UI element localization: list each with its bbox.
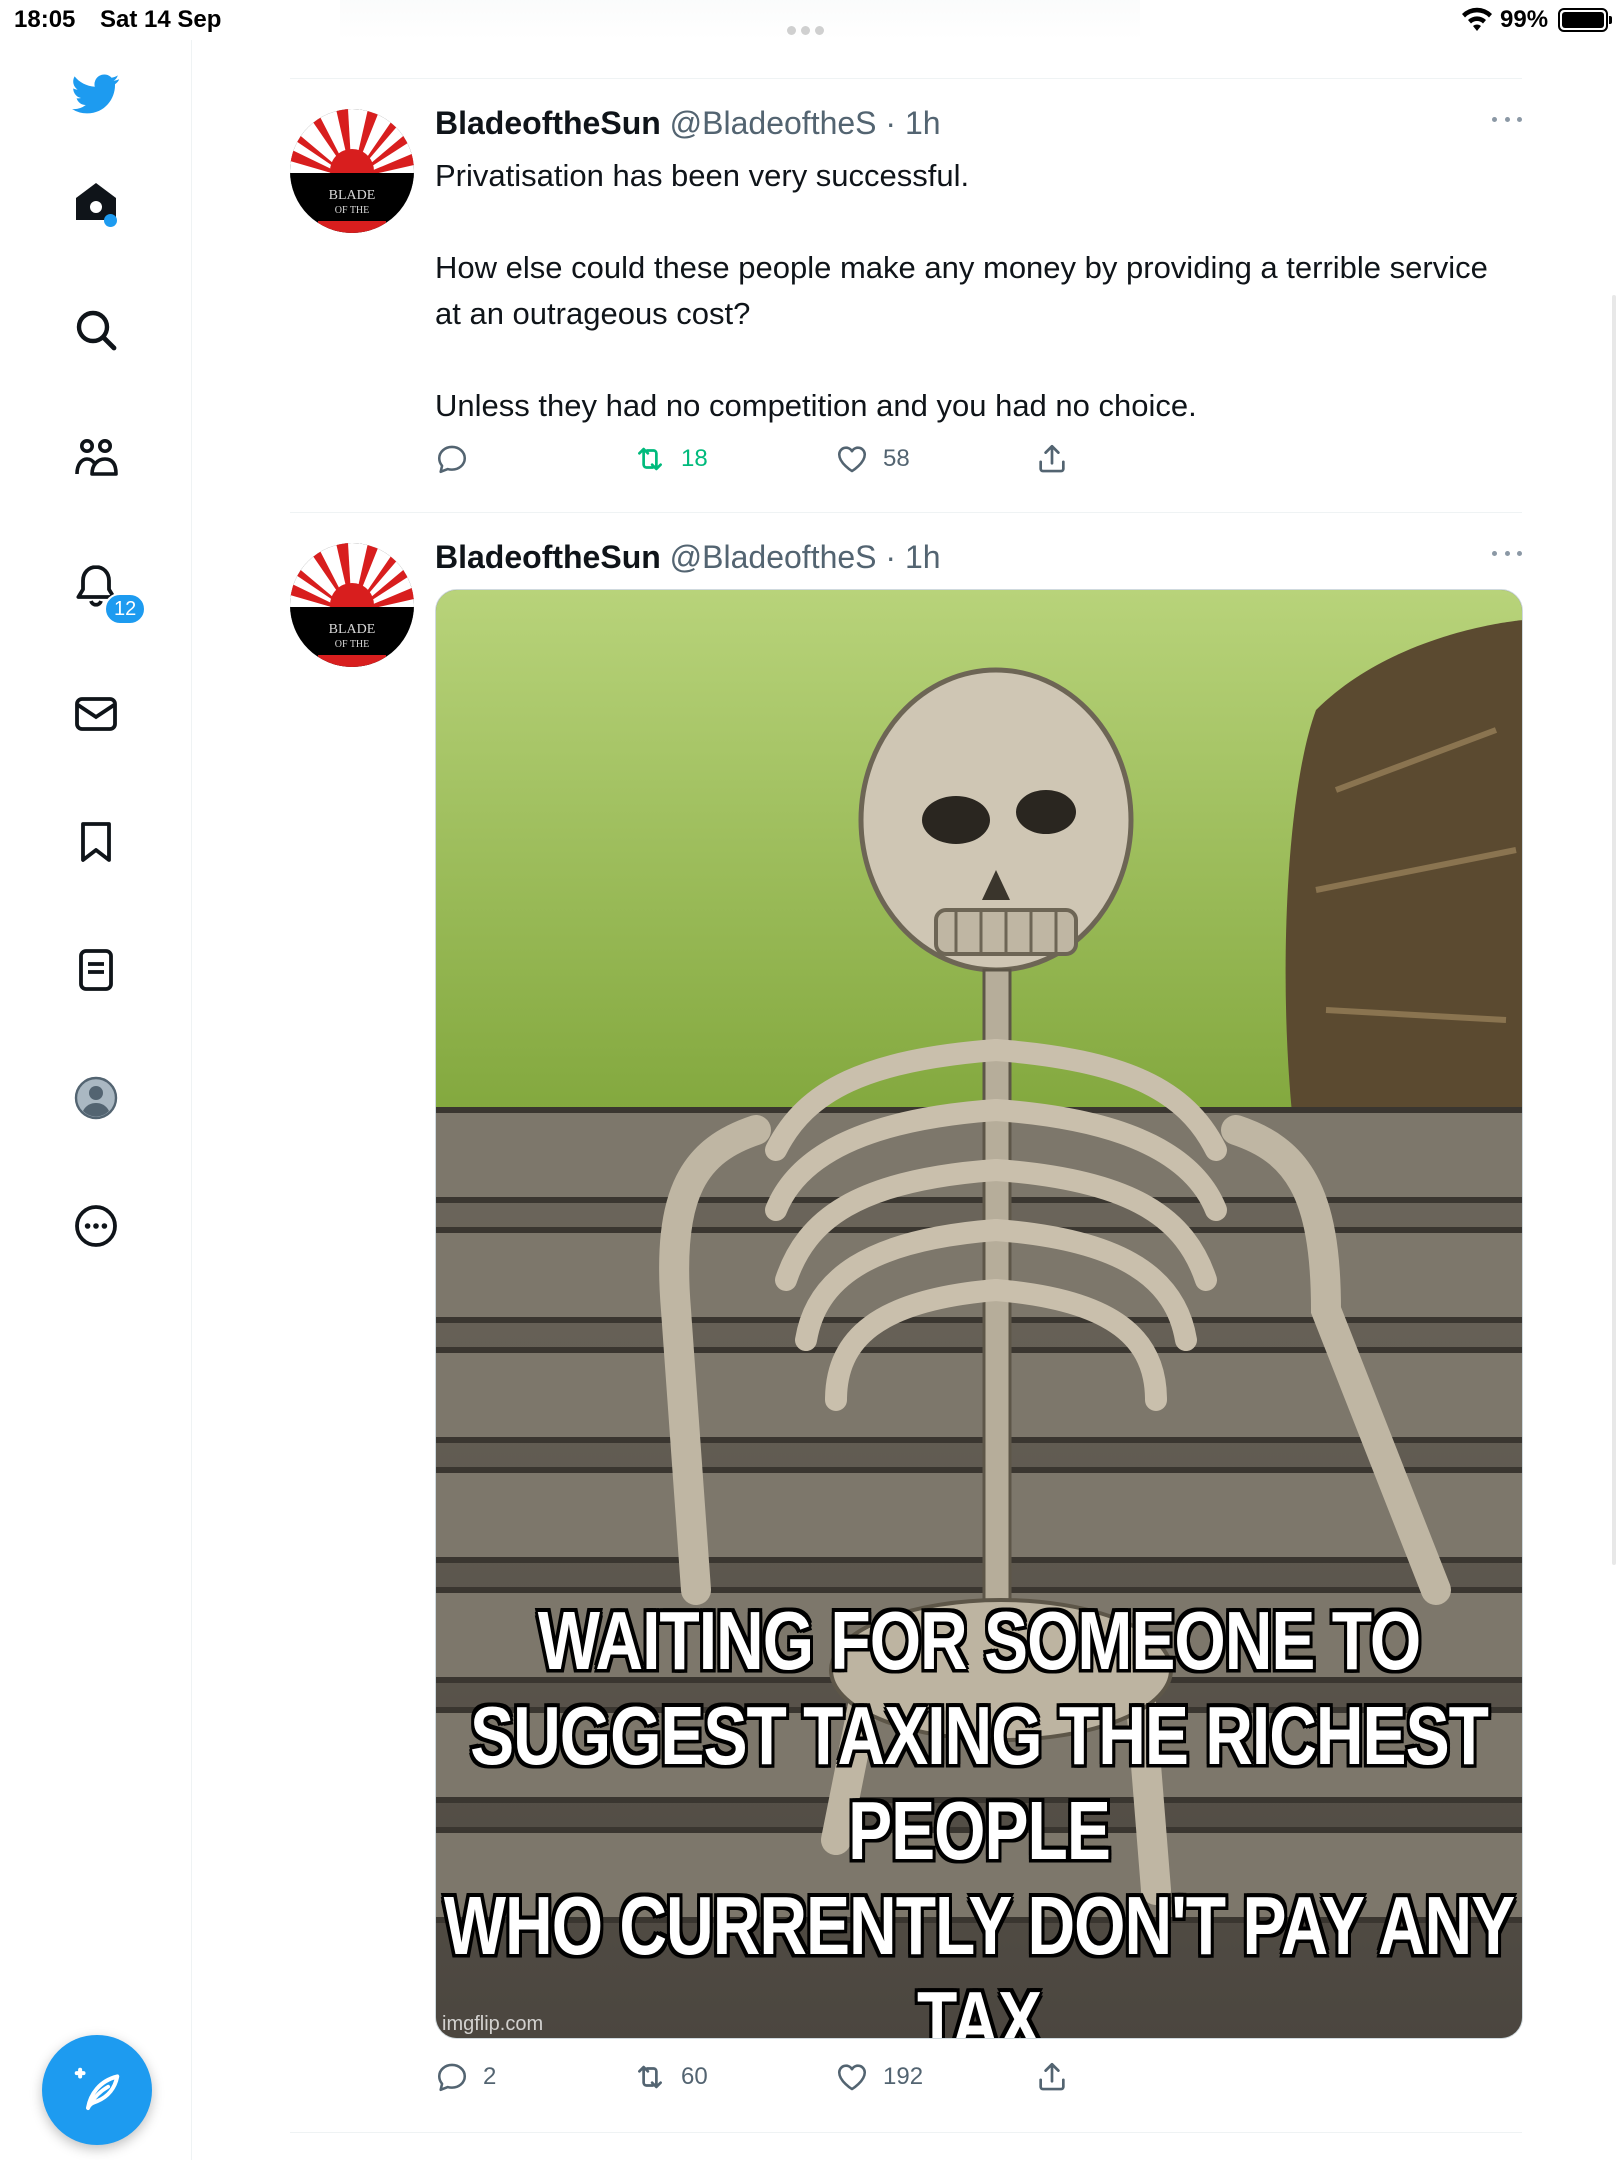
meme-caption-line: SUGGEST TAXING THE RICHEST PEOPLE: [470, 1688, 1489, 1877]
display-name[interactable]: BladeoftheSun: [435, 539, 661, 575]
sidebar-item-bookmarks[interactable]: [64, 810, 128, 874]
heart-icon: [837, 446, 867, 473]
bird-icon: [72, 74, 120, 114]
compose-feather-icon: [74, 2067, 120, 2111]
battery-icon: [1558, 8, 1612, 32]
heart-icon: [837, 2064, 867, 2091]
status-date: Sat 14 Sep: [100, 6, 222, 33]
sidebar-item-profile[interactable]: [64, 1066, 128, 1130]
tweet-media-image[interactable]: WAITING FOR SOMEONE TO SUGGEST TAXING TH…: [435, 589, 1523, 2039]
meme-caption: WAITING FOR SOMEONE TO SUGGEST TAXING TH…: [436, 1593, 1522, 2039]
scrollbar[interactable]: [1612, 295, 1616, 1565]
like-button[interactable]: 192: [835, 2060, 923, 2094]
imgflip-watermark: imgflip.com: [442, 2013, 544, 2035]
tweet-text: Privatisation has been very successful. …: [435, 153, 1495, 429]
avatar[interactable]: BLADE OF THE: [290, 109, 414, 233]
rising-sun-avatar-icon: BLADE OF THE: [290, 543, 414, 667]
wifi-icon: [1462, 7, 1492, 31]
tweet-text-line: Privatisation has been very successful.: [435, 158, 970, 193]
retweet-icon: [638, 447, 662, 471]
like-button[interactable]: 58: [835, 442, 910, 476]
timestamp[interactable]: 1h: [905, 539, 941, 575]
reply-button[interactable]: 2: [435, 2060, 496, 2094]
tweet-more-icon[interactable]: [1492, 117, 1522, 127]
retweet-count: 60: [681, 2063, 708, 2090]
retweet-button[interactable]: 18: [633, 442, 708, 476]
meme-caption-line: WHO CURRENTLY DON'T PAY ANY TAX: [443, 1878, 1516, 2039]
like-count: 192: [883, 2063, 924, 2090]
svg-text:OF THE: OF THE: [335, 639, 370, 650]
tweet-text-line: Unless they had no competition and you h…: [435, 388, 1197, 423]
tweet-actions: 18 58: [435, 442, 1135, 486]
battery-percent: 99%: [1500, 6, 1549, 33]
bookmark-icon: [81, 822, 111, 862]
reply-icon: [437, 2063, 467, 2092]
previous-tweet-actions-edge: [340, 0, 1140, 40]
separator: ·: [876, 539, 905, 575]
profile-icon: [74, 1076, 118, 1120]
svg-text:BLADE: BLADE: [329, 622, 376, 637]
display-name[interactable]: BladeoftheSun: [435, 105, 661, 141]
meme-caption-line: WAITING FOR SOMEONE TO: [537, 1593, 1421, 1687]
divider: [290, 2132, 1522, 2133]
reply-button[interactable]: [435, 442, 483, 476]
tweet-1[interactable]: BLADE OF THE BladeoftheSun @BladeoftheS …: [290, 79, 1522, 513]
retweet-icon: [638, 2065, 662, 2089]
retweet-count: 18: [681, 445, 708, 472]
tweet-header: BladeoftheSun @BladeoftheS · 1h: [435, 105, 941, 142]
search-icon: [76, 310, 117, 351]
timestamp[interactable]: 1h: [905, 105, 941, 141]
sidebar-item-explore[interactable]: [64, 298, 128, 362]
tweet-2[interactable]: BLADE OF THE BladeoftheSun @BladeoftheS …: [290, 513, 1523, 2133]
tweet-more-icon[interactable]: [1492, 551, 1522, 561]
svg-text:BLADE: BLADE: [329, 188, 376, 203]
share-icon: [1039, 444, 1065, 473]
sidebar: 12: [0, 40, 192, 2160]
home-unread-dot: [104, 214, 117, 227]
sidebar-item-messages[interactable]: [64, 682, 128, 746]
like-count: 58: [883, 445, 910, 472]
tweet-actions: 2 60 192: [435, 2060, 1135, 2104]
share-icon: [1039, 2062, 1065, 2091]
compose-tweet-button[interactable]: [42, 2035, 152, 2145]
mail-icon: [75, 697, 117, 731]
rising-sun-avatar-icon: BLADE OF THE: [290, 109, 414, 233]
retweet-button[interactable]: 60: [633, 2060, 708, 2094]
separator: ·: [876, 105, 905, 141]
sidebar-item-communities[interactable]: [64, 426, 128, 490]
reply-icon: [437, 445, 467, 474]
tweet-text-line: How else could these people make any mon…: [435, 250, 1488, 331]
communities-icon: [75, 439, 118, 476]
tweet-header: BladeoftheSun @BladeoftheS · 1h: [435, 539, 941, 576]
handle[interactable]: @BladeoftheS: [670, 105, 877, 141]
reply-count: 2: [483, 2063, 497, 2090]
sidebar-item-home[interactable]: [64, 170, 128, 234]
twitter-logo-icon[interactable]: [64, 62, 128, 126]
status-time: 18:05: [14, 6, 76, 33]
list-icon: [79, 949, 113, 991]
sidebar-item-lists[interactable]: [64, 938, 128, 1002]
notifications-badge: 12: [104, 593, 147, 625]
handle[interactable]: @BladeoftheS: [670, 539, 877, 575]
share-button[interactable]: [1035, 2060, 1083, 2094]
svg-text:OF THE: OF THE: [335, 205, 370, 216]
share-button[interactable]: [1035, 442, 1083, 476]
avatar[interactable]: BLADE OF THE: [290, 543, 414, 667]
sidebar-item-more[interactable]: [64, 1194, 128, 1258]
more-circle-icon: [75, 1205, 117, 1247]
